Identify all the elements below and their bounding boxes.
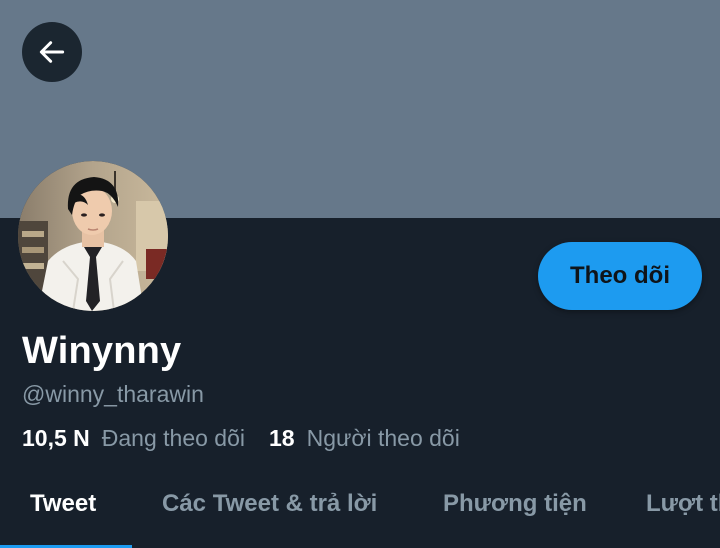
following-label: Đang theo dõi	[101, 425, 245, 451]
tab-likes[interactable]: Lượt thích	[646, 490, 720, 518]
follow-button[interactable]: Theo dõi	[538, 242, 702, 310]
tab-tweets-and-replies[interactable]: Các Tweet & trả lời	[162, 490, 377, 518]
avatar-image	[18, 161, 168, 311]
followers-count: 18	[269, 425, 295, 451]
back-button[interactable]	[22, 22, 82, 82]
following-stat[interactable]: 10,5 N Đang theo dõi	[22, 425, 245, 452]
following-count: 10,5 N	[22, 425, 90, 451]
arrow-left-icon	[39, 41, 65, 63]
avatar[interactable]	[18, 161, 168, 311]
followers-stat[interactable]: 18 Người theo dõi	[269, 425, 460, 452]
display-name: Winynny	[22, 330, 182, 372]
user-handle: @winny_tharawin	[22, 381, 204, 407]
tab-tweets[interactable]: Tweet	[30, 490, 96, 518]
profile-tabs: Tweet Các Tweet & trả lời Phương tiện Lư…	[0, 470, 720, 548]
profile-stats: 10,5 N Đang theo dõi 18 Người theo dõi	[22, 425, 460, 452]
followers-label: Người theo dõi	[306, 425, 460, 451]
tab-media[interactable]: Phương tiện	[443, 490, 587, 518]
